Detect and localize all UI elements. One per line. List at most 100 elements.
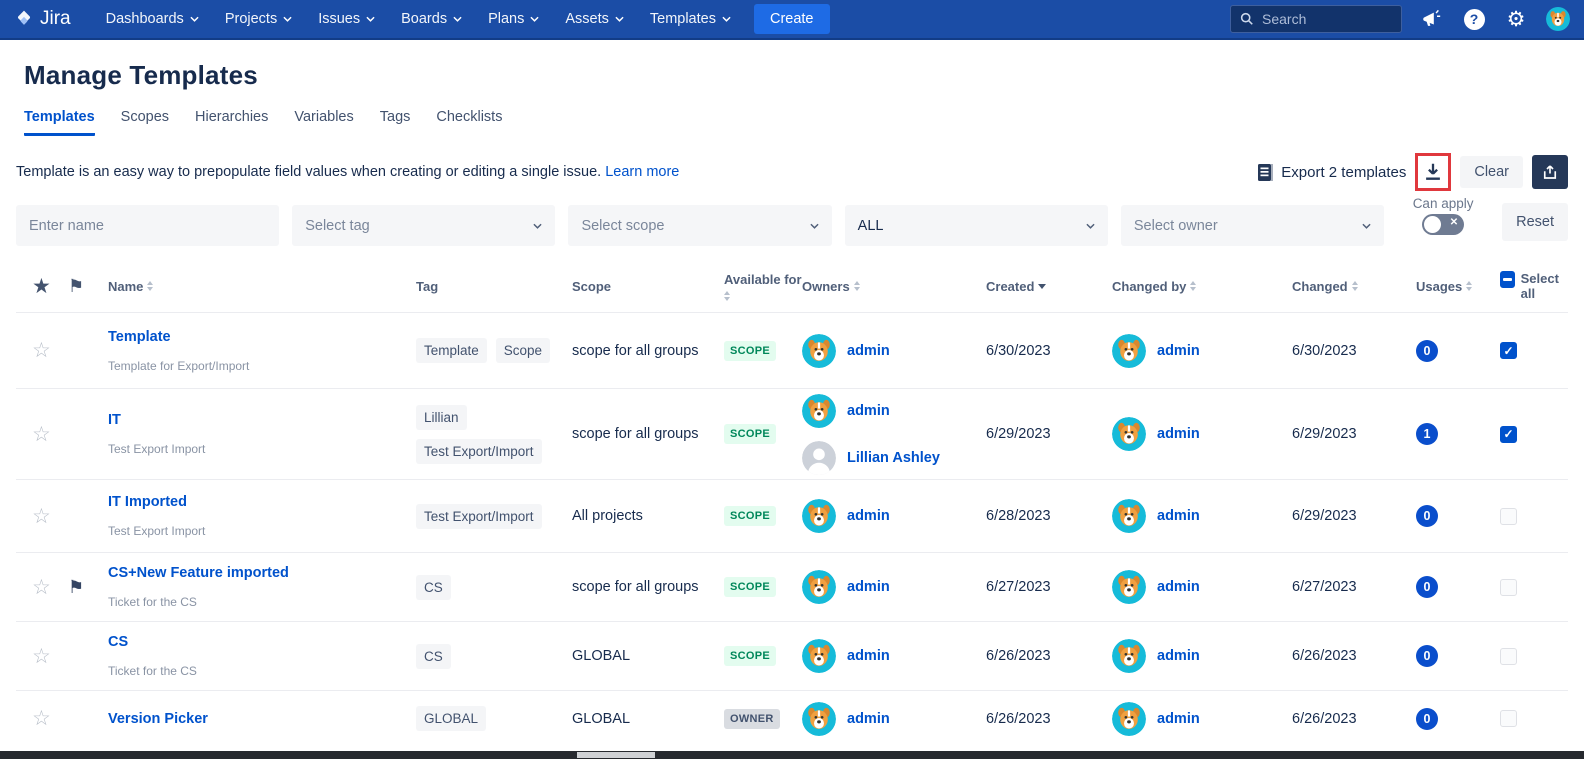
nav-item-assets[interactable]: Assets: [552, 0, 637, 39]
col-usages[interactable]: Usages: [1416, 279, 1496, 294]
created-date: 6/27/2023: [986, 579, 1112, 595]
usages-badge[interactable]: 0: [1416, 708, 1438, 730]
horizontal-scrollbar-thumb[interactable]: [577, 752, 655, 758]
row-checkbox[interactable]: [1500, 508, 1517, 525]
changed-date: 6/29/2023: [1292, 508, 1416, 524]
select-all-checkbox[interactable]: [1500, 271, 1515, 288]
owner-filter-select[interactable]: Select owner: [1121, 205, 1384, 246]
download-icon[interactable]: [1422, 161, 1444, 183]
search-input[interactable]: [1262, 11, 1382, 27]
changed-by-link[interactable]: admin: [1157, 508, 1200, 524]
template-link[interactable]: Template: [108, 329, 416, 345]
template-link[interactable]: IT Imported: [108, 494, 416, 510]
star-icon[interactable]: ☆: [32, 706, 68, 731]
name-filter-input[interactable]: [29, 218, 266, 234]
scope-filter-select[interactable]: Select scope: [568, 205, 831, 246]
nav-item-label: Dashboards: [106, 11, 184, 27]
star-icon[interactable]: ☆: [32, 575, 68, 600]
nav-item-plans[interactable]: Plans: [475, 0, 552, 39]
nav-item-templates[interactable]: Templates: [637, 0, 744, 39]
owner-link[interactable]: Lillian Ashley: [847, 450, 940, 466]
col-name[interactable]: Name: [108, 279, 416, 294]
usages-badge[interactable]: 0: [1416, 576, 1438, 598]
tab-templates[interactable]: Templates: [24, 109, 95, 136]
changed-by-link[interactable]: admin: [1157, 426, 1200, 442]
changed-by-link[interactable]: admin: [1157, 711, 1200, 727]
usages-badge[interactable]: 0: [1416, 645, 1438, 667]
owner-link[interactable]: admin: [847, 343, 890, 359]
favorite-column-icon[interactable]: ★: [32, 274, 68, 299]
nav-item-label: Templates: [650, 11, 716, 27]
learn-more-link[interactable]: Learn more: [605, 164, 679, 180]
highlight-box: [1415, 153, 1451, 191]
template-link[interactable]: Version Picker: [108, 711, 416, 727]
tab-hierarchies[interactable]: Hierarchies: [195, 109, 268, 136]
tag-filter-select[interactable]: Select tag: [292, 205, 555, 246]
help-button[interactable]: ?: [1462, 7, 1486, 31]
col-created[interactable]: Created: [986, 279, 1112, 294]
global-search[interactable]: [1230, 5, 1402, 33]
changed-by-link[interactable]: admin: [1157, 648, 1200, 664]
tab-variables[interactable]: Variables: [294, 109, 353, 136]
tag-chips: Test Export/Import: [416, 504, 572, 529]
create-button[interactable]: Create: [754, 4, 830, 34]
owner-link[interactable]: admin: [847, 711, 890, 727]
announcements-button[interactable]: [1420, 7, 1444, 31]
row-checkbox[interactable]: [1500, 648, 1517, 665]
nav-item-dashboards[interactable]: Dashboards: [93, 0, 212, 39]
top-navigation: Jira Dashboards Projects Issues Boards P…: [0, 0, 1584, 40]
template-link[interactable]: CS: [108, 634, 416, 650]
col-owners[interactable]: Owners: [802, 279, 986, 294]
usages-badge[interactable]: 1: [1416, 423, 1438, 445]
col-changed[interactable]: Changed: [1292, 279, 1416, 294]
owner-link[interactable]: admin: [847, 648, 890, 664]
window-bottom-edge: [0, 751, 1584, 759]
tag-chip: Scope: [496, 338, 550, 363]
settings-button[interactable]: ⚙: [1504, 7, 1528, 31]
availability-filter-select[interactable]: ALL: [845, 205, 1108, 246]
nav-item-issues[interactable]: Issues: [305, 0, 388, 39]
tab-scopes[interactable]: Scopes: [121, 109, 169, 136]
flag-column-icon[interactable]: ⚑: [68, 276, 108, 297]
col-scope[interactable]: Scope: [572, 279, 724, 294]
name-filter[interactable]: [16, 205, 279, 246]
created-date: 6/29/2023: [986, 426, 1112, 442]
row-checkbox[interactable]: [1500, 710, 1517, 727]
template-link[interactable]: CS+New Feature imported: [108, 565, 416, 581]
can-apply-toggle[interactable]: ✕: [1422, 214, 1464, 235]
changed-by-link[interactable]: admin: [1157, 343, 1200, 359]
export-templates-button[interactable]: Export 2 templates: [1257, 163, 1406, 182]
owner-link[interactable]: admin: [847, 403, 890, 419]
row-checkbox[interactable]: [1500, 426, 1517, 443]
col-available-for[interactable]: Available for: [724, 272, 802, 301]
reset-button[interactable]: Reset: [1502, 203, 1568, 241]
row-checkbox[interactable]: [1500, 342, 1517, 359]
owner-link[interactable]: admin: [847, 579, 890, 595]
profile-button[interactable]: [1546, 7, 1570, 31]
row-checkbox[interactable]: [1500, 579, 1517, 596]
select-all-label: Select all: [1521, 271, 1568, 301]
nav-item-projects[interactable]: Projects: [212, 0, 305, 39]
tag-chips: GLOBAL: [416, 706, 572, 731]
usages-badge[interactable]: 0: [1416, 505, 1438, 527]
col-tag[interactable]: Tag: [416, 279, 572, 294]
tab-checklists[interactable]: Checklists: [436, 109, 502, 136]
share-export-button[interactable]: [1532, 155, 1568, 189]
star-icon[interactable]: ☆: [32, 422, 68, 447]
usages-badge[interactable]: 0: [1416, 340, 1438, 362]
tag-chips: CS: [416, 575, 572, 600]
tab-tags[interactable]: Tags: [380, 109, 411, 136]
col-changed-by[interactable]: Changed by: [1112, 279, 1292, 294]
changed-by-link[interactable]: admin: [1157, 579, 1200, 595]
star-icon[interactable]: ☆: [32, 644, 68, 669]
star-icon[interactable]: ☆: [32, 504, 68, 529]
template-link[interactable]: IT: [108, 412, 416, 428]
jira-logo[interactable]: Jira: [14, 8, 71, 30]
sort-icon: [1466, 281, 1472, 291]
sort-desc-icon: [1038, 284, 1046, 289]
clear-button[interactable]: Clear: [1460, 156, 1523, 188]
flag-icon[interactable]: ⚑: [68, 577, 108, 598]
star-icon[interactable]: ☆: [32, 338, 68, 363]
owner-link[interactable]: admin: [847, 508, 890, 524]
nav-item-boards[interactable]: Boards: [388, 0, 475, 39]
